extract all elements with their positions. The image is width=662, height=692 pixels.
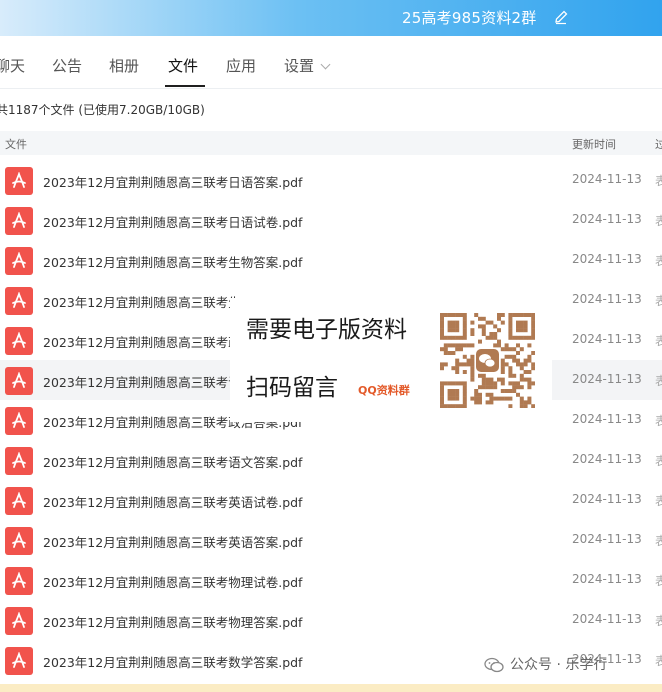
file-extra: 表 <box>655 534 662 548</box>
file-row[interactable]: 2023年12月宜荆荆随恩高三联考英语试卷.pdf 2024-11-13 表 <box>0 480 662 520</box>
tab-settings-label: 设置 <box>284 57 315 75</box>
pdf-file-icon <box>5 287 33 315</box>
pdf-file-icon <box>5 447 33 475</box>
file-extra: 表 <box>655 254 662 268</box>
pdf-file-icon <box>5 167 33 195</box>
file-extra: 表 <box>655 334 662 348</box>
file-extra: 表 <box>655 414 662 428</box>
pdf-file-icon <box>5 207 33 235</box>
file-row[interactable]: 2023年12月宜荆荆随恩高三联考日语试卷.pdf 2024-11-13 表 <box>0 200 662 240</box>
file-extra: 表 <box>655 174 662 188</box>
file-extra: 表 <box>655 614 662 628</box>
group-header: 25高考985资料2群 <box>0 0 662 36</box>
file-name[interactable]: 2023年12月宜荆荆随恩高三联考日语试卷.pdf <box>43 212 302 231</box>
file-updated-date: 2024-11-13 <box>572 492 642 506</box>
tab-announcements[interactable]: 公告 <box>52 55 82 76</box>
file-extra: 表 <box>655 214 662 228</box>
file-updated-date: 2024-11-13 <box>572 612 642 626</box>
file-updated-date: 2024-11-13 <box>572 372 642 386</box>
wechat-icon <box>484 657 504 673</box>
file-name[interactable]: 2023年12月宜荆荆随恩高三联考语文答案.pdf <box>43 452 302 471</box>
pdf-file-icon <box>5 247 33 275</box>
promo-line1: 需要电子版资料 <box>246 317 407 343</box>
qr-code-icon[interactable] <box>440 313 535 408</box>
file-name[interactable]: 2023年12月宜荆荆随恩高三联考数学答案.pdf <box>43 652 302 671</box>
wechat-watermark: 公众号 · 乐学行 <box>484 654 607 678</box>
file-row[interactable]: 2023年12月宜荆荆随恩高三联考生物答案.pdf 2024-11-13 表 <box>0 240 662 280</box>
file-updated-date: 2024-11-13 <box>572 332 642 346</box>
pencil-icon[interactable] <box>553 9 569 25</box>
bottom-strip <box>0 684 662 692</box>
column-file[interactable]: 文件 <box>5 136 27 152</box>
pdf-file-icon <box>5 407 33 435</box>
file-extra: 表 <box>655 654 662 668</box>
pdf-file-icon <box>5 567 33 595</box>
file-updated-date: 2024-11-13 <box>572 292 642 306</box>
file-name[interactable]: 2023年12月宜荆荆随恩高三联考日语答案.pdf <box>43 172 302 191</box>
table-header: 文件 更新时间 过 <box>0 131 662 155</box>
group-title[interactable]: 25高考985资料2群 <box>402 7 536 28</box>
file-name[interactable]: 2023年12月宜荆荆随恩高三联考物理试卷.pdf <box>43 572 302 591</box>
column-extra[interactable]: 过 <box>655 136 662 152</box>
file-row[interactable]: 2023年12月宜荆荆随恩高三联考日语答案.pdf 2024-11-13 表 <box>0 160 662 200</box>
watermark-text: 公众号 · 乐学行 <box>510 657 608 673</box>
file-updated-date: 2024-11-13 <box>572 572 642 586</box>
tab-album[interactable]: 相册 <box>109 55 139 76</box>
pdf-file-icon <box>5 527 33 555</box>
promo-qq-label: QQ资料群 <box>358 384 410 397</box>
pdf-file-icon <box>5 607 33 635</box>
file-extra: 表 <box>655 294 662 308</box>
pdf-file-icon <box>5 647 33 675</box>
pdf-file-icon <box>5 367 33 395</box>
file-name[interactable]: 2023年12月宜荆荆随恩高三联考政 <box>43 332 241 351</box>
file-updated-date: 2024-11-13 <box>572 252 642 266</box>
file-updated-date: 2024-11-13 <box>572 172 642 186</box>
chevron-down-icon <box>320 59 331 70</box>
pdf-file-icon <box>5 327 33 355</box>
file-extra: 表 <box>655 454 662 468</box>
file-updated-date: 2024-11-13 <box>572 452 642 466</box>
file-name[interactable]: 2023年12月宜荆荆随恩高三联考生物答案.pdf <box>43 252 302 271</box>
file-row[interactable]: 2023年12月宜荆荆随恩高三联考物理试卷.pdf 2024-11-13 表 <box>0 560 662 600</box>
file-updated-date: 2024-11-13 <box>572 532 642 546</box>
file-extra: 表 <box>655 374 662 388</box>
file-summary: 共1187个文件 (已使用7.20GB/10GB) <box>0 103 205 117</box>
pdf-file-icon <box>5 487 33 515</box>
file-row[interactable]: 2023年12月宜荆荆随恩高三联考英语答案.pdf 2024-11-13 表 <box>0 520 662 560</box>
file-name[interactable]: 2023年12月宜荆荆随恩高三联考英语试卷.pdf <box>43 492 302 511</box>
tab-settings[interactable]: 设置 <box>284 55 331 76</box>
active-tab-underline <box>165 85 205 87</box>
promo-overlay: 需要电子版资料 扫码留言 QQ资料群 <box>230 298 552 422</box>
tab-files[interactable]: 文件 <box>168 55 198 76</box>
promo-line2: 扫码留言 <box>246 375 338 401</box>
column-updated[interactable]: 更新时间 <box>572 136 616 152</box>
file-name[interactable]: 2023年12月宜荆荆随恩高三联考物理答案.pdf <box>43 612 302 631</box>
file-name[interactable]: 2023年12月宜荆荆随恩高三联考英语答案.pdf <box>43 532 302 551</box>
file-name[interactable]: 2023年12月宜荆荆随恩高三联考语 <box>43 372 241 391</box>
file-updated-date: 2024-11-13 <box>572 212 642 226</box>
file-updated-date: 2024-11-13 <box>572 412 642 426</box>
file-name[interactable]: 2023年12月宜荆荆随恩高三联考生 <box>43 292 241 311</box>
tab-bar: 聊天 公告 相册 文件 应用 设置 <box>0 36 662 89</box>
file-row[interactable]: 2023年12月宜荆荆随恩高三联考物理答案.pdf 2024-11-13 表 <box>0 600 662 640</box>
file-extra: 表 <box>655 494 662 508</box>
file-extra: 表 <box>655 574 662 588</box>
tab-apps[interactable]: 应用 <box>226 55 256 76</box>
file-row[interactable]: 2023年12月宜荆荆随恩高三联考语文答案.pdf 2024-11-13 表 <box>0 440 662 480</box>
tab-chat[interactable]: 聊天 <box>0 55 25 76</box>
